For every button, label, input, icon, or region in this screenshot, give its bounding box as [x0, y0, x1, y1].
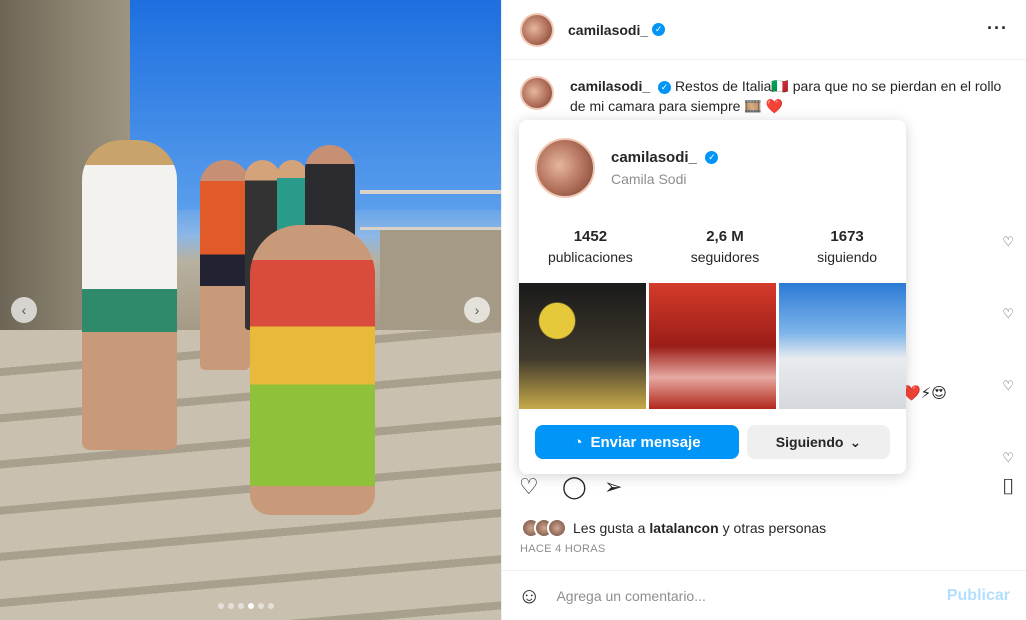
- post-timestamp[interactable]: HACE 4 HORAS: [520, 543, 606, 555]
- comment-icon[interactable]: ◯: [562, 474, 587, 500]
- stat-label: publicaciones: [547, 249, 633, 265]
- next-image-button[interactable]: ›: [464, 297, 490, 323]
- share-icon[interactable]: ➢: [604, 474, 622, 500]
- heart-icon[interactable]: ♡: [1002, 450, 1014, 466]
- verified-badge-icon: ✓: [658, 80, 672, 94]
- publish-button[interactable]: Publicar: [947, 587, 1010, 605]
- stat-posts: 1452 publicaciones: [548, 228, 633, 265]
- carousel-dot-active: [248, 603, 254, 609]
- bookmark-icon[interactable]: ⌷: [1002, 474, 1015, 500]
- likes-prefix: Les gusta a: [573, 520, 646, 536]
- likes-user-link[interactable]: latalancon: [649, 520, 718, 536]
- stat-label: seguidores: [690, 249, 760, 265]
- comment-input[interactable]: Agrega un comentario...: [556, 588, 705, 604]
- caption-username[interactable]: camilasodi_: [570, 78, 650, 94]
- stat-following[interactable]: 1673 siguiendo: [817, 228, 877, 265]
- photo-person: [82, 140, 177, 450]
- post-actions: ♡ ◯ ➢ ⌷: [519, 474, 1015, 502]
- carousel-dot: [238, 603, 244, 609]
- heart-icon[interactable]: ♡: [1002, 378, 1014, 394]
- photo-person: [200, 160, 250, 370]
- recent-post-thumbnail[interactable]: [519, 283, 646, 409]
- heart-icon[interactable]: ♡: [519, 474, 539, 500]
- carousel-dot: [258, 603, 264, 609]
- chevron-down-icon: ⌄: [849, 433, 862, 450]
- recent-post-thumbnail[interactable]: [779, 283, 906, 409]
- hover-username[interactable]: camilasodi_: [611, 149, 697, 166]
- verified-badge-icon: ✓: [705, 151, 719, 165]
- caption: camilasodi_ ✓ Restos de Italia🇮🇹 para qu…: [520, 76, 1010, 116]
- comment-bar: ☺ Agrega un comentario... Publicar: [502, 570, 1026, 620]
- emoji-icon[interactable]: ☺: [518, 583, 540, 609]
- stat-label: siguiendo: [817, 249, 878, 265]
- heart-icon[interactable]: ♡: [1002, 234, 1014, 250]
- comment-emoji-tail: ❤️⚡😍: [902, 385, 947, 402]
- stat-number: 1452: [573, 228, 608, 245]
- stat-number: 2,6 M: [706, 228, 744, 245]
- recent-posts-grid: [519, 283, 906, 409]
- more-options-icon[interactable]: ···: [987, 18, 1008, 39]
- likes-suffix[interactable]: y otras personas: [723, 520, 827, 536]
- carousel-dots: [218, 603, 274, 609]
- send-message-button[interactable]: ◔ Enviar mensaje: [535, 425, 739, 459]
- stat-followers[interactable]: 2,6 M seguidores: [691, 228, 760, 265]
- photo-railing: [360, 190, 501, 230]
- avatar[interactable]: [520, 12, 554, 47]
- carousel-dot: [228, 603, 234, 609]
- profile-stats: 1452 publicaciones 2,6 M seguidores 1673…: [519, 228, 906, 265]
- likes-summary: Les gusta a latalancon y otras personas: [521, 518, 826, 538]
- hover-avatar[interactable]: [535, 138, 595, 198]
- verified-badge-icon: ✓: [652, 23, 666, 36]
- avatar[interactable]: [520, 76, 554, 110]
- following-label: Siguiendo: [775, 434, 844, 450]
- post-header: camilasodi_ ✓ ···: [502, 0, 1026, 60]
- profile-hover-card: camilasodi_ ✓ Camila Sodi 1452 publicaci…: [519, 120, 906, 474]
- stat-number: 1673: [830, 228, 864, 245]
- send-message-label: Enviar mensaje: [590, 433, 701, 451]
- carousel-dot: [218, 603, 224, 609]
- liker-avatar: [547, 518, 567, 538]
- carousel-dot: [268, 603, 274, 609]
- heart-icon[interactable]: ♡: [1002, 306, 1014, 322]
- following-button[interactable]: Siguiendo ⌄: [747, 425, 890, 459]
- messenger-icon: ◔: [573, 433, 583, 451]
- header-username[interactable]: camilasodi_: [568, 22, 648, 38]
- hover-full-name: Camila Sodi: [611, 171, 687, 187]
- photo-person: [250, 225, 375, 515]
- post-photo[interactable]: ‹ ›: [0, 0, 501, 620]
- previous-image-button[interactable]: ‹: [11, 297, 37, 323]
- recent-post-thumbnail[interactable]: [649, 283, 776, 409]
